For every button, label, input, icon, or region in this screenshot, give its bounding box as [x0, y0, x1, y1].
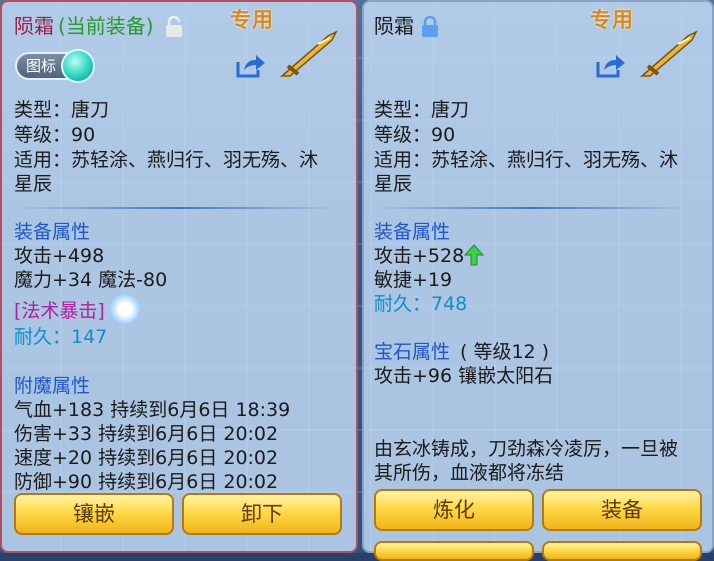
- toggle-knob: [61, 49, 95, 83]
- divider: [372, 207, 692, 209]
- up-arrow-icon: [464, 244, 484, 266]
- divider: [12, 207, 342, 209]
- durability: 耐久：147: [14, 326, 108, 348]
- gem-level: ( 等级12 ): [460, 341, 550, 363]
- attr-section-title: 装备属性: [374, 221, 451, 243]
- attr-attack: 攻击+528: [374, 245, 465, 267]
- gem-value: 攻击+96 镶嵌太阳石: [374, 365, 554, 387]
- applicable-line-1: 适用：苏轻涂、燕归行、羽无殇、沐: [14, 149, 319, 171]
- refresh-icon[interactable]: [110, 294, 140, 324]
- exclusive-label: 专用: [590, 8, 634, 32]
- item-level: 等级：90: [14, 124, 96, 146]
- enchant-line: 气血+183 持续到6月6日 18:39: [14, 399, 291, 421]
- current-equipment-panel: 陨霜 (当前装备) 专用 图标 类型：唐刀 等级：90 适用：苏轻涂、燕归行、羽…: [0, 0, 358, 553]
- item-name: 陨霜: [14, 14, 54, 38]
- enchant-line: 速度+20 持续到6月6日 20:02: [14, 447, 279, 469]
- attr-section-title: 装备属性: [14, 221, 91, 243]
- item-type: 类型：唐刀: [14, 99, 110, 121]
- inlay-button[interactable]: 镶嵌: [14, 493, 174, 535]
- unequip-button[interactable]: 卸下: [182, 493, 342, 535]
- description-line-2: 其所伤，血液都将冻结: [374, 462, 565, 484]
- attr-agility: 敏捷+19: [374, 269, 453, 291]
- equip-button[interactable]: 装备: [542, 489, 702, 531]
- weapon-icon: [639, 30, 698, 77]
- share-icon[interactable]: [596, 54, 626, 78]
- gem-section-title: 宝石属性: [374, 341, 451, 363]
- enchant-line: 伤害+33 持续到6月6日 20:02: [14, 423, 279, 445]
- unlock-icon[interactable]: [165, 16, 183, 38]
- description-line-1: 由玄冰铸成，刀劲森冷凌厉，一旦被: [374, 438, 679, 460]
- enchant-line: 防御+90 持续到6月6日 20:02: [14, 471, 279, 493]
- enchant-section-title: 附魔属性: [14, 375, 91, 397]
- attr-attack: 攻击+498: [14, 245, 105, 267]
- icon-toggle-label: 图标: [26, 57, 57, 75]
- more-button[interactable]: [542, 541, 702, 561]
- item-level: 等级：90: [374, 124, 456, 146]
- applicable-line-1: 适用：苏轻涂、燕归行、羽无殇、沐: [374, 149, 679, 171]
- current-equipped-label: (当前装备): [58, 14, 154, 38]
- icon-toggle[interactable]: 图标: [15, 49, 95, 83]
- compare-equipment-panel: 陨霜 专用 类型：唐刀 等级：90 适用：苏轻涂、燕归行、羽无殇、沐 星辰 装备…: [362, 0, 714, 561]
- weapon-icon: [279, 30, 338, 77]
- item-type: 类型：唐刀: [374, 99, 470, 121]
- applicable-line-2: 星辰: [14, 173, 53, 195]
- more-button[interactable]: [374, 541, 534, 561]
- share-icon[interactable]: [236, 54, 266, 78]
- applicable-line-2: 星辰: [374, 173, 413, 195]
- special-skill: [法术暴击]: [14, 300, 105, 322]
- refine-button[interactable]: 炼化: [374, 489, 534, 531]
- lock-icon[interactable]: [422, 16, 438, 37]
- exclusive-label: 专用: [230, 8, 274, 32]
- attr-magic: 魔力+34 魔法-80: [14, 269, 168, 291]
- item-name: 陨霜: [374, 14, 414, 38]
- durability: 耐久：748: [374, 293, 468, 315]
